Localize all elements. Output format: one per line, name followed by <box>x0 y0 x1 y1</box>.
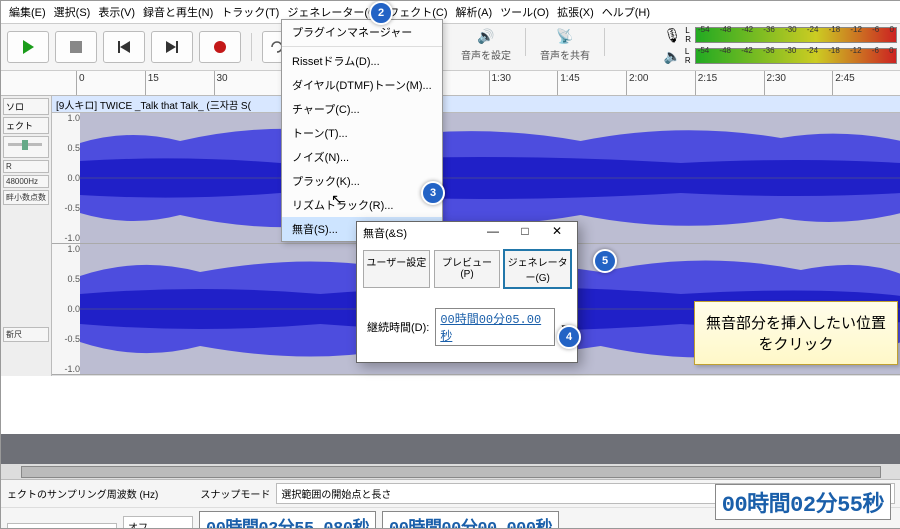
selection-start-time[interactable]: 00時間02分55.080秒 <box>199 511 376 529</box>
audio-position-time[interactable]: 00時間02分55秒 <box>715 484 891 520</box>
ruler-tick: 2:15 <box>698 73 717 84</box>
ruler-tick: 1:30 <box>492 73 511 84</box>
record-button[interactable] <box>199 31 241 63</box>
effects-button[interactable]: ェクト <box>3 117 49 134</box>
duration-label: 継続時間(D): <box>367 319 429 335</box>
annotation-tooltip: 無音部分を挿入したい位置をクリック <box>694 301 898 365</box>
track-control-panel[interactable]: ソロ ェクト R 48000Hz 畔小数点数 斱尺 <box>1 96 52 376</box>
ruler-tick: 2:30 <box>767 73 786 84</box>
skip-end-button[interactable] <box>151 31 193 63</box>
stop-button[interactable] <box>55 31 97 63</box>
channel-label: R <box>3 160 49 173</box>
cursor-icon: ↖ <box>331 191 343 208</box>
menu-item-plugin-mgr[interactable]: プラグインマネージャー <box>282 20 442 44</box>
menubar[interactable]: 編集(E) 選択(S) 表示(V) 録音と再生(N) トラック(T) ジェネレー… <box>1 1 900 23</box>
playback-meter[interactable]: -54-48-42-36-30-24-18-12-60 <box>695 48 897 64</box>
pan-slider[interactable] <box>3 136 49 158</box>
clip-title[interactable]: [9人キロ] TWICE _Talk that Talk_ (三자끔 S( <box>52 96 900 113</box>
menu-item-pluck[interactable]: プラック(K)... <box>282 169 442 193</box>
annotation-bubble-3: 3 <box>421 181 445 205</box>
toolbar-divider <box>251 33 252 61</box>
annotation-bubble-4: 4 <box>557 325 581 349</box>
workspace-footer <box>1 434 900 464</box>
transport-toolbar: 🔊 音声を設定 📡 音声を共有 🎙 LR -54-48-42-36-30-24-… <box>1 23 900 71</box>
menu-help[interactable]: ヘルプ(H) <box>598 3 654 21</box>
menu-item-chirp[interactable]: チャープ(C)... <box>282 97 442 121</box>
menu-transport[interactable]: 録音と再生(N) <box>139 3 217 21</box>
maximize-button[interactable]: □ <box>511 224 539 242</box>
dialog-title-label: 無音(&S) <box>363 225 407 241</box>
h-scrollbar[interactable] <box>1 464 900 480</box>
ruler-tick: 2:45 <box>835 73 854 84</box>
ruler-tick: 30 <box>217 73 228 84</box>
snap-label: スナップモード <box>200 486 270 501</box>
menu-edit[interactable]: 編集(E) <box>5 3 50 21</box>
timeline-ruler[interactable]: 0 15 30 45 1:00 1:15 1:30 1:45 2:00 2:15… <box>1 71 900 96</box>
audio-share-button[interactable]: 📡 音声を共有 <box>540 28 590 62</box>
menu-analyze[interactable]: 解析(A) <box>452 3 497 21</box>
select-btn[interactable]: 斱尺 <box>3 327 49 342</box>
ruler-tick: 2:00 <box>629 73 648 84</box>
speaker-icon: 🔈 <box>663 48 680 65</box>
menu-ext[interactable]: 拡張(X) <box>553 3 598 21</box>
solo-button[interactable]: ソロ <box>3 98 49 115</box>
menu-view[interactable]: 表示(V) <box>94 3 139 21</box>
format-label: 畔小数点数 <box>3 190 49 205</box>
menu-item-rhythm[interactable]: リズムトラック(R)... <box>282 193 442 217</box>
audio-setup-label: 音声を設定 <box>461 47 511 62</box>
menu-tools[interactable]: ツール(O) <box>496 3 553 21</box>
project-rate-select[interactable] <box>7 523 117 529</box>
mic-icon: 🎙 <box>663 27 681 44</box>
menu-item-noise[interactable]: ノイズ(N)... <box>282 145 442 169</box>
toolbar-divider <box>525 28 526 56</box>
selection-toolbar: ェクトのサンプリング周波数 (Hz) スナップモード 選択範囲の開始点と長さ オ… <box>1 479 900 528</box>
generate-menu-dropdown[interactable]: プラグインマネージャー Rissetドラム(D)... ダイヤル(DTMF)トー… <box>281 19 443 242</box>
menu-divider <box>282 46 442 47</box>
play-button[interactable] <box>7 31 49 63</box>
ruler-tick: 0 <box>79 73 85 84</box>
menu-item-risset[interactable]: Rissetドラム(D)... <box>282 49 442 73</box>
ruler-tick: 1:45 <box>560 73 579 84</box>
selection-length-time[interactable]: 00時間00分00.000秒 <box>382 511 559 529</box>
ruler-tick: 15 <box>148 73 159 84</box>
preview-button[interactable]: プレビュー(P) <box>434 250 501 288</box>
rate-label: 48000Hz <box>3 175 49 188</box>
project-rate-label: ェクトのサンプリング周波数 (Hz) <box>7 486 158 501</box>
menu-item-tone[interactable]: トーン(T)... <box>282 121 442 145</box>
dialog-titlebar[interactable]: 無音(&S) — □ ✕ <box>357 222 577 244</box>
audio-share-label: 音声を共有 <box>540 47 590 62</box>
silence-dialog[interactable]: 無音(&S) — □ ✕ ユーザー設定 プレビュー(P) ジェネレーター(G) … <box>356 221 578 363</box>
meter-ch-r: R <box>685 35 691 44</box>
close-button[interactable]: ✕ <box>543 224 571 242</box>
menu-item-dtmf[interactable]: ダイヤル(DTMF)トーン(M)... <box>282 73 442 97</box>
duration-input[interactable]: 00時間00分05.00秒 <box>435 308 555 346</box>
annotation-bubble-2: 2 <box>369 1 393 25</box>
meter-ch-l: L <box>685 26 691 35</box>
record-meter[interactable]: -54-48-42-36-30-24-18-12-60 <box>695 27 897 43</box>
h-scrollbar-thumb[interactable] <box>21 466 881 478</box>
annotation-bubble-5: 5 <box>593 249 617 273</box>
minimize-button[interactable]: — <box>479 224 507 242</box>
generate-button[interactable]: ジェネレーター(G) <box>504 250 571 288</box>
meter-ch-l2: L <box>685 47 691 56</box>
menu-select[interactable]: 選択(S) <box>50 3 95 21</box>
menu-tracks[interactable]: トラック(T) <box>217 3 283 21</box>
preset-button[interactable]: ユーザー設定 <box>363 250 430 288</box>
audio-setup-button[interactable]: 🔊 音声を設定 <box>461 28 511 62</box>
skip-start-button[interactable] <box>103 31 145 63</box>
toolbar-divider <box>604 28 605 56</box>
meter-ch-r2: R <box>685 56 691 65</box>
